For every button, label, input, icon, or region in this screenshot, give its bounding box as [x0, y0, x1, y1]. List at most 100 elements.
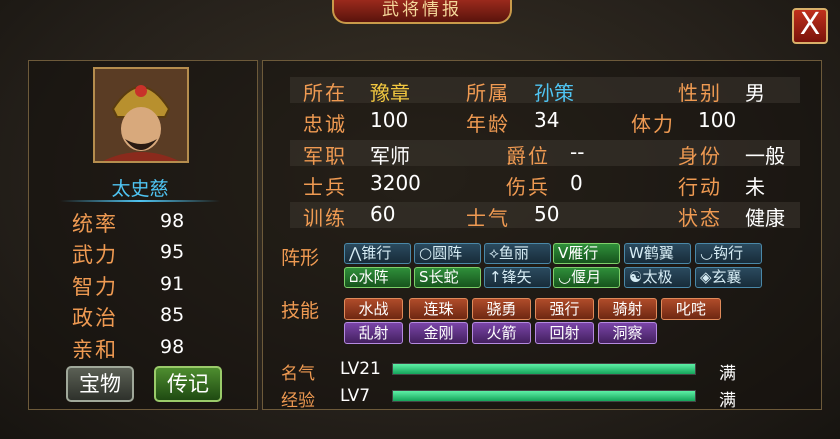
treasure-button[interactable]: 宝物 [66, 366, 134, 402]
formation-icon: ☯ [629, 268, 643, 286]
formation-8[interactable]: ↑锋矢 [484, 267, 551, 288]
attr-affinity: 亲和 98 [72, 336, 185, 362]
gender-label: 性别 [678, 81, 722, 105]
formation-name: 太极 [642, 268, 673, 286]
skill-7[interactable]: 金刚 [409, 322, 468, 344]
exp-level: LV7 [340, 386, 371, 406]
formation-icon: ↑ [489, 268, 502, 286]
attr-politics: 政治 85 [72, 304, 185, 330]
wounded-value: 0 [570, 171, 583, 195]
exp-bar-fill [393, 391, 695, 401]
location-value[interactable]: 豫章 [370, 77, 410, 106]
exp-bar [392, 390, 696, 402]
loyalty-value: 100 [370, 108, 409, 132]
title-value: -- [570, 140, 585, 164]
formation-icon: ⋀ [349, 244, 362, 262]
formation-3[interactable]: V雁行 [553, 243, 620, 264]
training-label: 训练 [303, 206, 347, 230]
rank-value: 一般 [745, 144, 785, 168]
fame-label: 名气 [281, 364, 315, 384]
action-value: 未 [745, 175, 765, 199]
formation-4[interactable]: W鹤翼 [624, 243, 691, 264]
morale-value: 50 [534, 202, 560, 226]
close-button[interactable]: X [792, 8, 828, 44]
formation-name: 锋矢 [501, 268, 532, 286]
fame-bar-fill [393, 364, 695, 374]
faction-value[interactable]: 孙策 [534, 77, 574, 106]
formation-name: 鱼丽 [498, 244, 529, 262]
formation-name: 圆阵 [432, 244, 463, 262]
formation-icon: ◈ [700, 268, 712, 286]
formation-9[interactable]: ◡偃月 [553, 267, 620, 288]
formation-1[interactable]: ○圆阵 [414, 243, 481, 264]
skill-2[interactable]: 骁勇 [472, 298, 531, 320]
skill-5[interactable]: 叱咤 [661, 298, 721, 320]
formation-name: 水阵 [358, 268, 389, 286]
formation-10[interactable]: ☯太极 [624, 267, 691, 288]
skill-10[interactable]: 洞察 [598, 322, 657, 344]
close-icon: X [799, 7, 821, 42]
general-name: 太史慈 [111, 178, 169, 200]
formation-name: 玄襄 [711, 268, 742, 286]
post-value: 军师 [370, 144, 410, 168]
formation-icon: W [629, 244, 644, 262]
skill-0[interactable]: 水战 [344, 298, 403, 320]
skill-8[interactable]: 火箭 [472, 322, 531, 344]
exp-label: 经验 [281, 391, 315, 411]
formation-icon: ⌂ [349, 268, 359, 286]
post-label: 军职 [303, 144, 347, 168]
formation-7[interactable]: S长蛇 [414, 267, 481, 288]
formation-5[interactable]: ◡钩行 [695, 243, 762, 264]
skill-3[interactable]: 强行 [535, 298, 594, 320]
age-value: 34 [534, 108, 560, 132]
wounded-label: 伤兵 [506, 175, 550, 199]
formation-6[interactable]: ⌂水阵 [344, 267, 411, 288]
title-label: 爵位 [506, 144, 550, 168]
morale-label: 士气 [466, 206, 510, 230]
general-portrait [93, 67, 189, 163]
formation-name: 鹤翼 [643, 244, 674, 262]
formation-2[interactable]: ⟡鱼丽 [484, 243, 551, 264]
formation-11[interactable]: ◈玄襄 [695, 267, 762, 288]
age-label: 年龄 [466, 112, 510, 136]
formation-name: 锥行 [361, 244, 392, 262]
faction-label: 所属 [466, 81, 510, 105]
location-label: 所在 [303, 81, 347, 105]
stamina-label: 体力 [631, 112, 675, 136]
state-value: 健康 [745, 206, 785, 230]
fame-level: LV21 [340, 359, 381, 379]
skill-1[interactable]: 连珠 [409, 298, 468, 320]
stamina-value: 100 [698, 108, 737, 132]
formation-name: 钩行 [713, 244, 744, 262]
formation-name: 长蛇 [428, 268, 459, 286]
attr-force: 武力 95 [72, 241, 185, 267]
fame-max: 满 [719, 364, 736, 384]
formation-icon: ◡ [700, 244, 714, 262]
action-label: 行动 [678, 175, 722, 199]
state-label: 状态 [678, 206, 722, 230]
loyalty-label: 忠诚 [303, 112, 347, 136]
rank-label: 身份 [678, 144, 722, 168]
formation-0[interactable]: ⋀锥行 [344, 243, 411, 264]
formation-label: 阵形 [281, 247, 320, 269]
training-value: 60 [370, 202, 396, 226]
formation-icon: ◡ [558, 268, 572, 286]
name-underline [60, 200, 220, 202]
soldiers-label: 士兵 [303, 175, 347, 199]
formation-icon: ⟡ [489, 244, 499, 262]
skill-9[interactable]: 回射 [535, 322, 594, 344]
skill-label: 技能 [281, 300, 320, 322]
formation-icon: S [419, 268, 429, 286]
fame-bar [392, 363, 696, 375]
gender-value: 男 [745, 81, 765, 105]
window-title: 武将情报 [332, 0, 512, 24]
exp-max: 满 [719, 391, 736, 411]
formation-icon: ○ [419, 244, 433, 262]
soldiers-value: 3200 [370, 171, 421, 195]
formation-icon: V [558, 244, 569, 262]
biography-button[interactable]: 传记 [154, 366, 222, 402]
skill-4[interactable]: 骑射 [598, 298, 657, 320]
attr-intelligence: 智力 91 [72, 273, 185, 299]
formation-name: 雁行 [568, 244, 599, 262]
skill-6[interactable]: 乱射 [344, 322, 403, 344]
